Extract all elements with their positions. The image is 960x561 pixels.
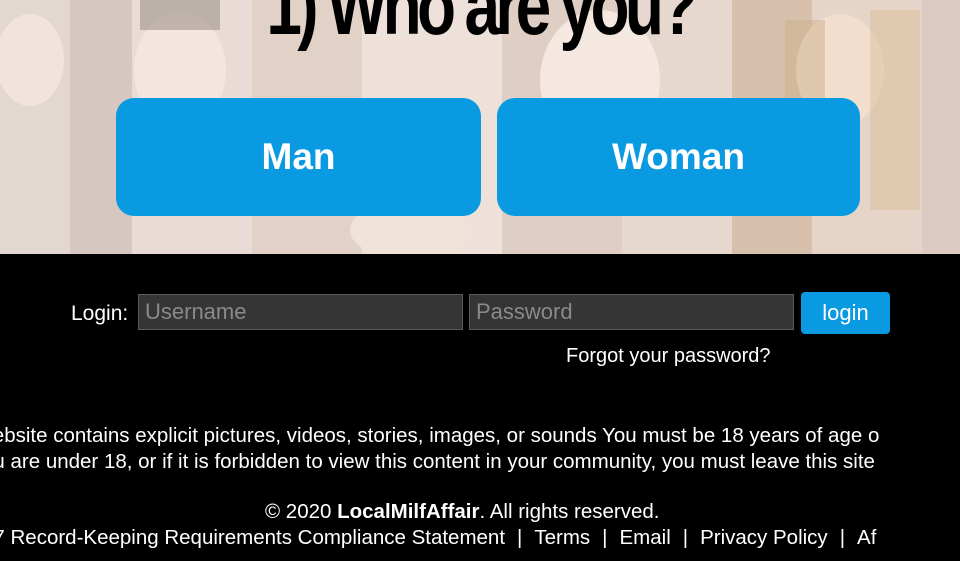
footer-separator: | (602, 526, 608, 549)
footer-links: 57 Record-Keeping Requirements Complianc… (0, 526, 876, 550)
copyright-prefix: © 2020 (265, 500, 338, 523)
man-button[interactable]: Man (116, 98, 481, 216)
password-input[interactable] (469, 294, 794, 330)
forgot-password-link[interactable]: Forgot your password? (566, 345, 771, 368)
hero-title: 1) Who are you? (266, 0, 698, 52)
login-bar: Login: login (0, 292, 960, 334)
privacy-policy-link[interactable]: Privacy Policy (700, 526, 828, 549)
terms-link[interactable]: Terms (534, 526, 590, 549)
disclaimer-line-1: website contains explicit pictures, vide… (0, 424, 880, 447)
username-input[interactable] (138, 294, 463, 330)
footer-separator: | (682, 526, 689, 549)
age-disclaimer: website contains explicit pictures, vide… (0, 423, 960, 475)
woman-button[interactable]: Woman (497, 98, 860, 216)
hero-section: 1) Who are you? Man Woman (0, 0, 960, 254)
record-keeping-link[interactable]: 57 Record-Keeping Requirements Complianc… (0, 526, 505, 549)
email-link[interactable]: Email (620, 526, 671, 549)
disclaimer-line-2: ou are under 18, or if it is forbidden t… (0, 450, 875, 473)
copyright-suffix: . All rights reserved. (479, 500, 660, 523)
footer-separator: | (517, 526, 523, 549)
login-label: Login: (71, 302, 129, 325)
footer-separator: | (839, 526, 846, 549)
copyright-notice: © 2020 LocalMilfAffair. All rights reser… (265, 500, 660, 524)
affiliates-link[interactable]: Af (857, 526, 876, 549)
brand-name: LocalMilfAffair (337, 500, 480, 523)
login-button[interactable]: login (801, 292, 890, 334)
